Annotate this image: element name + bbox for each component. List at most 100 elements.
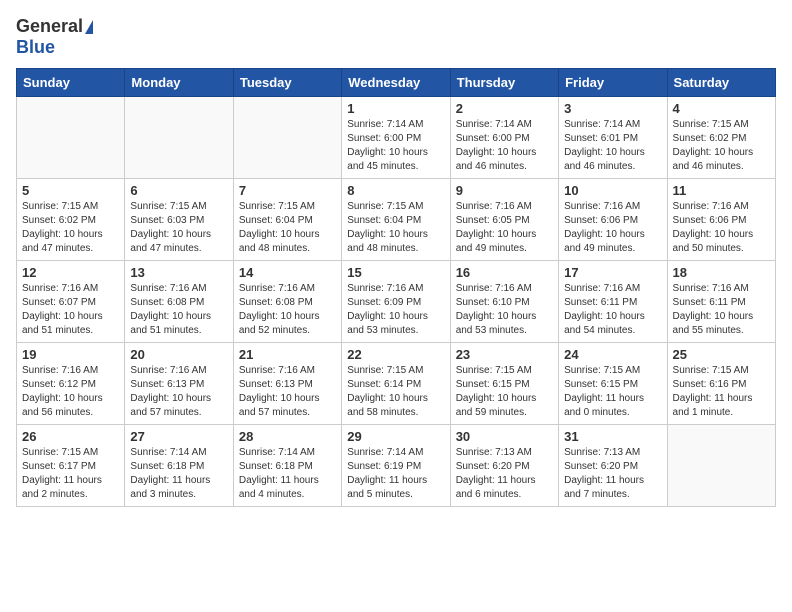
logo-arrow-icon [85,20,93,34]
day-number: 23 [456,347,553,362]
day-number: 4 [673,101,770,116]
day-info: Sunrise: 7:15 AM Sunset: 6:03 PM Dayligh… [130,200,227,256]
day-info: Sunrise: 7:13 AM Sunset: 6:20 PM Dayligh… [564,446,661,502]
calendar-cell: 10Sunrise: 7:16 AM Sunset: 6:06 PM Dayli… [559,179,667,261]
weekday-header-thursday: Thursday [450,69,558,97]
calendar-cell [233,97,341,179]
calendar-cell: 2Sunrise: 7:14 AM Sunset: 6:00 PM Daylig… [450,97,558,179]
day-number: 7 [239,183,336,198]
weekday-header-wednesday: Wednesday [342,69,450,97]
day-info: Sunrise: 7:13 AM Sunset: 6:20 PM Dayligh… [456,446,553,502]
day-number: 9 [456,183,553,198]
day-info: Sunrise: 7:16 AM Sunset: 6:08 PM Dayligh… [130,282,227,338]
day-info: Sunrise: 7:15 AM Sunset: 6:15 PM Dayligh… [564,364,661,420]
calendar-cell: 5 Sunrise: 7:15 AM Sunset: 6:02 PM Daylig… [17,179,125,261]
weekday-header-saturday: Saturday [667,69,775,97]
calendar-cell: 22 Sunrise: 7:15 AM Sunset: 6:14 PM Dayli… [342,343,450,425]
day-number: 26 [22,429,119,444]
calendar-cell: 24 Sunrise: 7:15 AM Sunset: 6:15 PM Dayli… [559,343,667,425]
weekday-header-monday: Monday [125,69,233,97]
day-info: Sunrise: 7:16 AM Sunset: 6:11 PM Dayligh… [564,282,661,338]
day-info: Sunrise: 7:15 AM Sunset: 6:16 PM Dayligh… [673,364,770,420]
day-info: Sunrise: 7:15 AM Sunset: 6:02 PM Dayligh… [673,118,770,174]
calendar-cell: 14Sunrise: 7:16 AM Sunset: 6:08 PM Dayli… [233,261,341,343]
calendar-cell: 1 Sunrise: 7:14 AM Sunset: 6:00 PM Daylig… [342,97,450,179]
day-number: 14 [239,265,336,280]
day-number: 29 [347,429,444,444]
calendar-cell: 12 Sunrise: 7:16 AM Sunset: 6:07 PM Dayli… [17,261,125,343]
day-number: 5 [22,183,119,198]
day-number: 8 [347,183,444,198]
calendar-cell: 26 Sunrise: 7:15 AM Sunset: 6:17 PM Dayli… [17,425,125,507]
calendar-cell: 17Sunrise: 7:16 AM Sunset: 6:11 PM Dayli… [559,261,667,343]
calendar-cell: 8 Sunrise: 7:15 AM Sunset: 6:04 PM Daylig… [342,179,450,261]
day-number: 13 [130,265,227,280]
calendar-table: SundayMondayTuesdayWednesdayThursdayFrid… [16,68,776,507]
calendar-cell: 25 Sunrise: 7:15 AM Sunset: 6:16 PM Dayli… [667,343,775,425]
logo-general-text: General [16,16,83,37]
calendar-cell: 9 Sunrise: 7:16 AM Sunset: 6:05 PM Daylig… [450,179,558,261]
logo: General Blue [16,16,93,58]
calendar-cell: 4 Sunrise: 7:15 AM Sunset: 6:02 PM Daylig… [667,97,775,179]
calendar-cell [17,97,125,179]
calendar-cell: 3Sunrise: 7:14 AM Sunset: 6:01 PM Daylig… [559,97,667,179]
day-number: 30 [456,429,553,444]
day-info: Sunrise: 7:16 AM Sunset: 6:07 PM Dayligh… [22,282,119,338]
day-number: 19 [22,347,119,362]
day-info: Sunrise: 7:14 AM Sunset: 6:19 PM Dayligh… [347,446,444,502]
day-info: Sunrise: 7:16 AM Sunset: 6:12 PM Dayligh… [22,364,119,420]
day-number: 20 [130,347,227,362]
calendar-cell [125,97,233,179]
day-info: Sunrise: 7:14 AM Sunset: 6:18 PM Dayligh… [239,446,336,502]
day-number: 22 [347,347,444,362]
page-header: General Blue [16,16,776,58]
weekday-header-tuesday: Tuesday [233,69,341,97]
week-row-1: 1 Sunrise: 7:14 AM Sunset: 6:00 PM Daylig… [17,97,776,179]
day-number: 24 [564,347,661,362]
logo-blue-text: Blue [16,37,55,58]
day-number: 21 [239,347,336,362]
day-number: 3 [564,101,661,116]
day-number: 12 [22,265,119,280]
calendar-cell: 20 Sunrise: 7:16 AM Sunset: 6:13 PM Dayli… [125,343,233,425]
day-number: 25 [673,347,770,362]
day-info: Sunrise: 7:15 AM Sunset: 6:04 PM Dayligh… [239,200,336,256]
day-info: Sunrise: 7:16 AM Sunset: 6:11 PM Dayligh… [673,282,770,338]
day-info: Sunrise: 7:14 AM Sunset: 6:18 PM Dayligh… [130,446,227,502]
day-info: Sunrise: 7:14 AM Sunset: 6:00 PM Dayligh… [456,118,553,174]
day-info: Sunrise: 7:15 AM Sunset: 6:14 PM Dayligh… [347,364,444,420]
day-info: Sunrise: 7:16 AM Sunset: 6:13 PM Dayligh… [239,364,336,420]
day-number: 28 [239,429,336,444]
day-info: Sunrise: 7:16 AM Sunset: 6:05 PM Dayligh… [456,200,553,256]
week-row-3: 12 Sunrise: 7:16 AM Sunset: 6:07 PM Dayli… [17,261,776,343]
day-info: Sunrise: 7:14 AM Sunset: 6:00 PM Dayligh… [347,118,444,174]
calendar-cell: 31 Sunrise: 7:13 AM Sunset: 6:20 PM Dayli… [559,425,667,507]
day-info: Sunrise: 7:16 AM Sunset: 6:10 PM Dayligh… [456,282,553,338]
day-info: Sunrise: 7:16 AM Sunset: 6:13 PM Dayligh… [130,364,227,420]
calendar-cell: 11Sunrise: 7:16 AM Sunset: 6:06 PM Dayli… [667,179,775,261]
day-number: 31 [564,429,661,444]
day-info: Sunrise: 7:15 AM Sunset: 6:17 PM Dayligh… [22,446,119,502]
day-number: 15 [347,265,444,280]
calendar-cell: 27 Sunrise: 7:14 AM Sunset: 6:18 PM Dayli… [125,425,233,507]
day-info: Sunrise: 7:16 AM Sunset: 6:06 PM Dayligh… [564,200,661,256]
day-number: 27 [130,429,227,444]
calendar-cell: 13 Sunrise: 7:16 AM Sunset: 6:08 PM Dayli… [125,261,233,343]
calendar-cell: 23 Sunrise: 7:15 AM Sunset: 6:15 PM Dayli… [450,343,558,425]
calendar-cell: 19 Sunrise: 7:16 AM Sunset: 6:12 PM Dayli… [17,343,125,425]
week-row-5: 26 Sunrise: 7:15 AM Sunset: 6:17 PM Dayli… [17,425,776,507]
day-info: Sunrise: 7:16 AM Sunset: 6:06 PM Dayligh… [673,200,770,256]
day-info: Sunrise: 7:15 AM Sunset: 6:15 PM Dayligh… [456,364,553,420]
calendar-cell: 29 Sunrise: 7:14 AM Sunset: 6:19 PM Dayli… [342,425,450,507]
weekday-header-friday: Friday [559,69,667,97]
calendar-cell: 30 Sunrise: 7:13 AM Sunset: 6:20 PM Dayli… [450,425,558,507]
day-info: Sunrise: 7:15 AM Sunset: 6:04 PM Dayligh… [347,200,444,256]
day-number: 18 [673,265,770,280]
day-info: Sunrise: 7:15 AM Sunset: 6:02 PM Dayligh… [22,200,119,256]
calendar-cell: 16 Sunrise: 7:16 AM Sunset: 6:10 PM Dayli… [450,261,558,343]
weekday-header-sunday: Sunday [17,69,125,97]
day-info: Sunrise: 7:16 AM Sunset: 6:09 PM Dayligh… [347,282,444,338]
day-number: 1 [347,101,444,116]
day-number: 16 [456,265,553,280]
weekday-header-row: SundayMondayTuesdayWednesdayThursdayFrid… [17,69,776,97]
